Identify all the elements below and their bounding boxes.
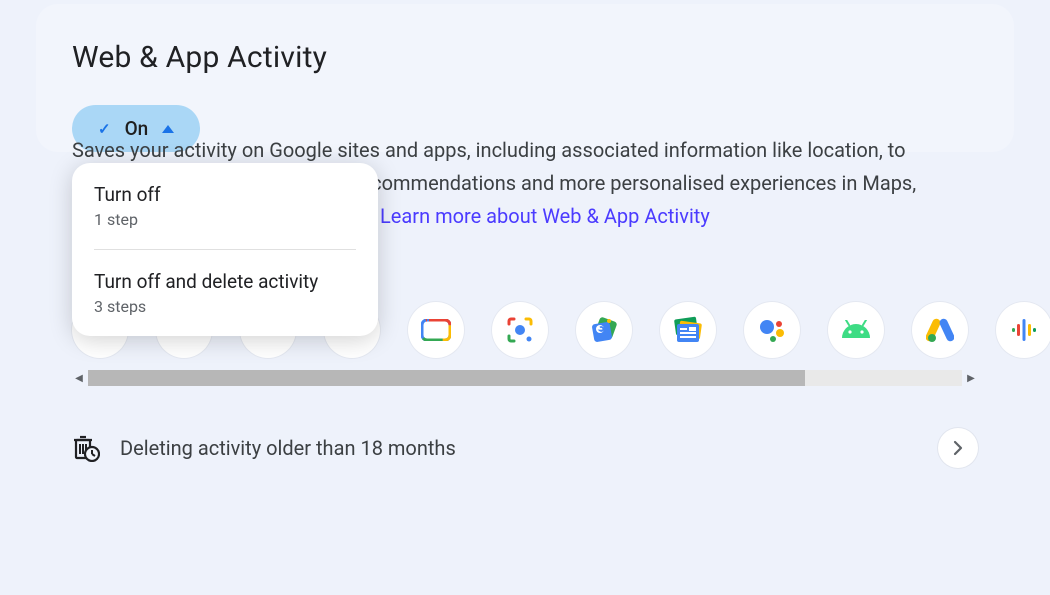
google-assistant-icon [757, 315, 787, 345]
app-icon-google-lens[interactable] [492, 302, 548, 358]
description-line: Saves your activity on Google sites and … [72, 138, 905, 162]
auto-delete-row[interactable]: Deleting activity older than 18 months [72, 428, 978, 468]
caret-up-icon [162, 125, 174, 133]
google-shopping-icon [589, 315, 619, 345]
learn-more-link[interactable]: Learn more about Web & App Activity [380, 204, 710, 228]
google-podcasts-icon [1010, 316, 1038, 344]
dropdown-option-sub: 3 steps [94, 297, 356, 316]
icon-scrollbar[interactable]: ◀ ▶ [72, 370, 978, 386]
app-icon-google-assistant[interactable] [744, 302, 800, 358]
app-icon-android[interactable] [828, 302, 884, 358]
scroll-track[interactable] [88, 370, 962, 386]
google-news-icon [673, 316, 703, 344]
chevron-right-icon [953, 440, 963, 456]
activity-card: Web & App Activity ✓ On Turn off 1 step … [36, 4, 1014, 152]
auto-delete-icon [72, 434, 100, 462]
scroll-right-icon[interactable]: ▶ [964, 371, 978, 385]
app-icon-google-tv[interactable] [408, 302, 464, 358]
dropdown-option-sub: 1 step [94, 210, 356, 229]
app-icon-google-news[interactable] [660, 302, 716, 358]
android-icon [840, 320, 872, 340]
google-ads-icon [926, 316, 954, 344]
google-tv-icon [421, 319, 451, 341]
scroll-thumb[interactable] [88, 370, 805, 386]
auto-delete-text: Deleting activity older than 18 months [120, 436, 918, 460]
app-icon-google-ads[interactable] [912, 302, 968, 358]
app-icon-google-podcasts[interactable] [996, 302, 1050, 358]
status-dropdown: Turn off 1 step Turn off and delete acti… [72, 163, 378, 336]
dropdown-option-turn-off-delete[interactable]: Turn off and delete activity 3 steps [72, 250, 378, 336]
google-lens-icon [506, 316, 534, 344]
app-icon-google-shopping[interactable] [576, 302, 632, 358]
page-title: Web & App Activity [36, 40, 1014, 75]
dropdown-option-turn-off[interactable]: Turn off 1 step [72, 163, 378, 249]
scroll-left-icon[interactable]: ◀ [72, 371, 86, 385]
auto-delete-chevron[interactable] [938, 428, 978, 468]
dropdown-option-title: Turn off and delete activity [94, 270, 356, 293]
dropdown-option-title: Turn off [94, 183, 356, 206]
